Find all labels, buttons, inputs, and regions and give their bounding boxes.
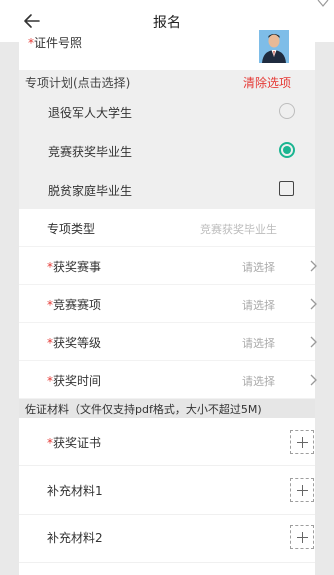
upload-label-text: 补充材料2 <box>47 531 103 545</box>
person-photo-icon <box>259 30 289 63</box>
award-level-row[interactable]: *获奖等级 请选择 <box>19 323 317 361</box>
certificate-photo-thumbnail[interactable] <box>259 30 289 63</box>
upload-plus-icon[interactable] <box>290 430 314 454</box>
competition-item-label-text: 竞赛赛项 <box>53 298 102 312</box>
chevron-right-icon <box>310 260 317 272</box>
upload-label: 补充材料2 <box>47 529 103 546</box>
clear-selection-button[interactable]: 清除选项 <box>243 74 291 91</box>
checkbox[interactable] <box>279 181 294 196</box>
plan-item-label: 竞赛获奖毕业生 <box>48 145 133 159</box>
upload-award-certificate[interactable]: *获奖证书 <box>19 418 315 466</box>
certificate-label-text: 证件号照 <box>34 36 83 50</box>
award-event-row[interactable]: *获奖赛事 请选择 <box>19 247 317 285</box>
special-type-label: 专项类型 <box>47 222 96 236</box>
special-type-value: 竞赛获奖毕业生 <box>200 223 277 236</box>
award-level-label: *获奖等级 <box>47 334 101 351</box>
page-title: 报名 <box>153 15 181 31</box>
upload-supplement-1[interactable]: 补充材料1 <box>19 466 315 514</box>
upload-label: *获奖证书 <box>47 434 101 451</box>
chevron-right-icon <box>310 298 317 310</box>
award-event-label-text: 获奖赛事 <box>53 260 102 274</box>
award-time-label: *获奖时间 <box>47 372 101 389</box>
upload-label-text: 补充材料1 <box>47 484 103 498</box>
radio-button[interactable] <box>279 103 295 119</box>
upload-plus-icon[interactable] <box>290 478 314 502</box>
competition-item-row[interactable]: *竞赛赛项 请选择 <box>19 285 317 323</box>
award-level-placeholder: 请选择 <box>242 337 275 350</box>
upload-plus-icon[interactable] <box>290 525 314 549</box>
award-event-label: *获奖赛事 <box>47 258 101 275</box>
award-level-label-text: 获奖等级 <box>53 336 102 350</box>
plan-item-label: 退役军人大学生 <box>48 106 133 120</box>
chevron-right-icon <box>310 336 317 348</box>
chevron-right-icon <box>310 374 317 386</box>
special-plan-header: 专项计划(点击选择) <box>25 76 131 90</box>
award-time-placeholder: 请选择 <box>242 375 275 388</box>
upload-label: 补充材料1 <box>47 482 103 499</box>
certificate-label: *证件号照 <box>28 34 82 51</box>
award-time-row[interactable]: *获奖时间 请选择 <box>19 361 317 399</box>
upload-label-text: 获奖证书 <box>53 436 102 450</box>
special-type-row: 专项类型 竞赛获奖毕业生 <box>19 209 315 247</box>
plan-item-label: 脱贫家庭毕业生 <box>48 184 133 198</box>
radio-button-checked[interactable] <box>279 142 295 158</box>
partial-icon <box>317 0 329 7</box>
divider <box>19 562 315 563</box>
competition-item-placeholder: 请选择 <box>242 299 275 312</box>
materials-header-label: 佐证材料（文件仅支持pdf格式，大小不超过5M) <box>25 403 262 416</box>
award-event-placeholder: 请选择 <box>242 261 275 274</box>
competition-item-label: *竞赛赛项 <box>47 296 101 313</box>
upload-supplement-2[interactable]: 补充材料2 <box>19 515 315 563</box>
award-time-label-text: 获奖时间 <box>53 374 102 388</box>
